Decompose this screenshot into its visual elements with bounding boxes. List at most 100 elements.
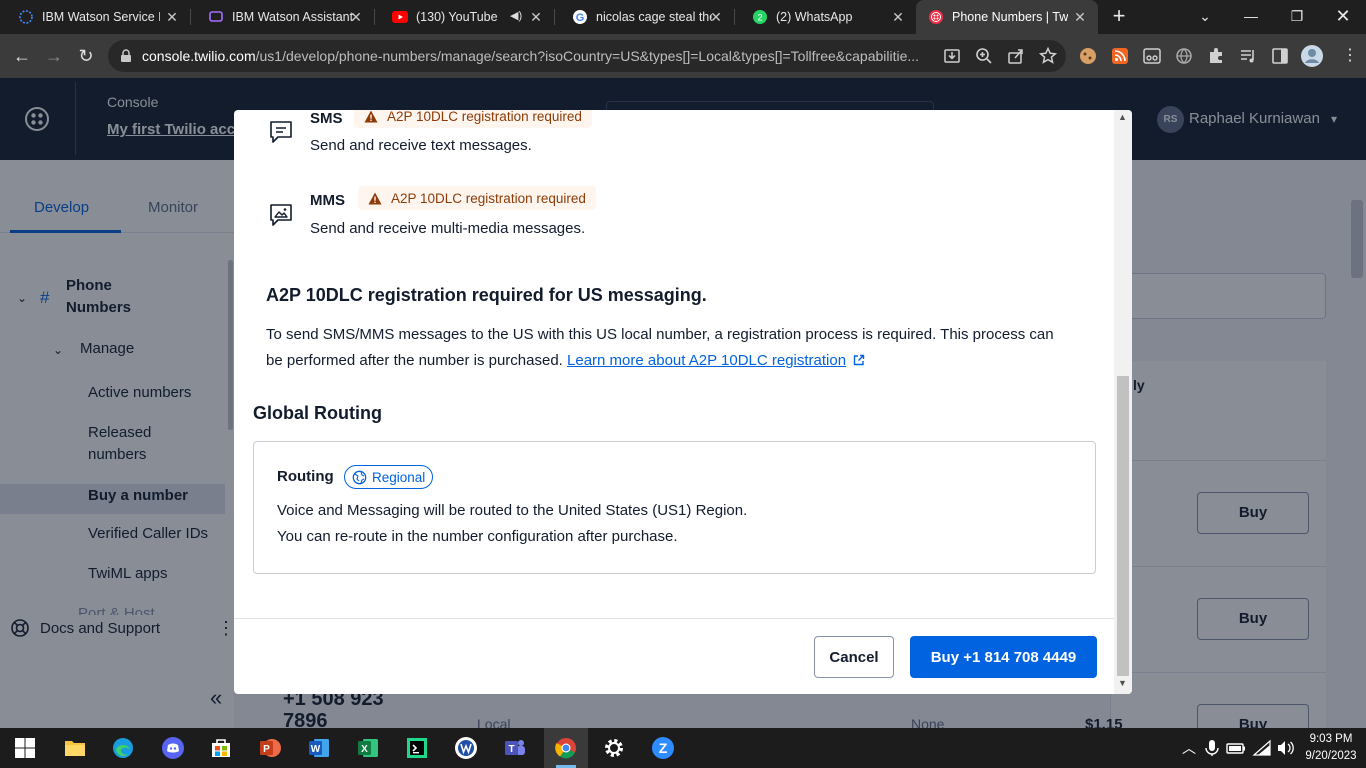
word-icon[interactable]: W <box>307 736 331 760</box>
chrome-icon[interactable] <box>554 736 578 760</box>
badge-label: A2P 10DLC registration required <box>391 190 586 206</box>
app-launcher-icon[interactable] <box>454 736 478 760</box>
wifi-icon[interactable] <box>1252 739 1272 757</box>
browser-tab[interactable]: IBM Watson Assistant ✕ <box>190 0 374 34</box>
whatsapp-icon: 2 <box>752 9 768 25</box>
learn-more-link[interactable]: Learn more about A2P 10DLC registration <box>567 352 846 369</box>
microsoft-store-icon[interactable] <box>209 736 233 760</box>
a2p-description: To send SMS/MMS messages to the US with … <box>266 322 1056 374</box>
buy-number-button[interactable]: Buy +1 814 708 4449 <box>910 636 1097 678</box>
dialog-scrollbar-thumb[interactable] <box>1117 376 1129 676</box>
restore-button[interactable]: ❐ <box>1274 0 1320 34</box>
file-explorer-icon[interactable] <box>63 736 87 760</box>
media-controls-icon[interactable] <box>1238 46 1258 66</box>
edge-icon[interactable] <box>111 736 135 760</box>
scroll-up-arrow-icon[interactable]: ▲ <box>1118 112 1127 122</box>
svg-text:G: G <box>576 12 585 24</box>
pycharm-icon[interactable] <box>405 736 429 760</box>
clock-date: 9/20/2023 <box>1305 750 1357 762</box>
close-icon[interactable]: ✕ <box>708 9 724 25</box>
routing-line: Voice and Messaging will be routed to th… <box>277 502 748 519</box>
warning-icon <box>364 110 378 122</box>
volume-icon[interactable] <box>1276 739 1296 757</box>
lock-icon <box>120 49 132 68</box>
extension-rss-icon[interactable] <box>1110 46 1130 66</box>
regional-badge: Regional <box>344 465 434 489</box>
side-panel-icon[interactable] <box>1270 46 1290 66</box>
microphone-icon[interactable] <box>1203 739 1221 757</box>
svg-text:Z: Z <box>659 740 668 756</box>
capability-mms-title: MMS <box>310 192 345 209</box>
settings-gear-icon[interactable] <box>602 736 626 760</box>
discord-icon[interactable] <box>161 736 185 760</box>
extension-cookie-icon[interactable] <box>1078 46 1098 66</box>
browser-tab[interactable]: G nicolas cage steal the ✕ <box>554 0 734 34</box>
forward-arrow-icon[interactable]: → <box>40 44 68 68</box>
routing-description: Voice and Messaging will be routed to th… <box>277 498 747 550</box>
new-tab-button[interactable]: + <box>1106 5 1132 29</box>
browser-tab-active[interactable]: Phone Numbers | Twil ✕ <box>916 0 1098 34</box>
extension-glasses-icon[interactable] <box>1142 46 1162 66</box>
profile-avatar-icon[interactable] <box>1300 44 1324 68</box>
browser-tab[interactable]: (130) YouTube ◀) ✕ <box>374 0 554 34</box>
close-icon[interactable]: ✕ <box>528 9 544 25</box>
system-clock[interactable]: 9:03 PM 9/20/2023 <box>1300 731 1362 765</box>
message-icon <box>270 121 292 143</box>
google-icon: G <box>572 9 588 25</box>
tab-title: Phone Numbers | Twil <box>952 10 1068 24</box>
url-path: /us1/develop/phone-numbers/manage/search… <box>255 48 920 64</box>
capability-mms-description: Send and receive multi-media messages. <box>310 220 586 237</box>
clock-time: 9:03 PM <box>1309 733 1353 745</box>
warning-icon <box>368 192 382 204</box>
url-host: console.twilio.com <box>142 48 256 64</box>
capability-sms-description: Send and receive text messages. <box>310 137 532 154</box>
twilio-icon <box>928 9 944 25</box>
badge-label: A2P 10DLC registration required <box>387 110 582 124</box>
badge-label: Regional <box>372 469 426 485</box>
routing-line: You can re-route in the number configura… <box>277 528 678 545</box>
bookmark-star-icon[interactable] <box>1038 46 1058 66</box>
back-arrow-icon[interactable]: ← <box>8 44 36 68</box>
svg-text:W: W <box>311 744 321 755</box>
close-window-button[interactable]: ✕ <box>1320 0 1366 34</box>
zoom-app-icon[interactable]: Z <box>651 736 675 760</box>
zoom-icon[interactable] <box>974 46 994 66</box>
battery-icon[interactable] <box>1226 739 1246 757</box>
excel-icon[interactable]: X <box>356 736 380 760</box>
close-icon[interactable]: ✕ <box>1072 9 1088 25</box>
reload-icon[interactable]: ↻ <box>72 44 100 68</box>
extensions-puzzle-icon[interactable] <box>1206 46 1226 66</box>
browser-tab[interactable]: 2 (2) WhatsApp ✕ <box>734 0 916 34</box>
scroll-down-arrow-icon[interactable]: ▼ <box>1118 678 1127 688</box>
url-input[interactable]: console.twilio.com/us1/develop/phone-num… <box>108 40 1066 72</box>
external-link-icon[interactable] <box>853 354 865 366</box>
global-routing-heading: Global Routing <box>253 403 382 423</box>
browser-tab-bar: IBM Watson Service Pc ✕ IBM Watson Assis… <box>0 0 1366 34</box>
ibm-watson-icon <box>18 9 34 25</box>
chevron-up-icon[interactable]: ︿ <box>1182 738 1196 758</box>
teams-icon[interactable]: T <box>503 736 527 760</box>
globe-icon <box>352 470 367 484</box>
routing-label: Routing <box>277 468 334 485</box>
close-icon[interactable]: ✕ <box>890 9 906 25</box>
browser-menu-icon[interactable]: ⋮ <box>1336 44 1364 68</box>
install-app-icon[interactable] <box>942 46 962 66</box>
minimize-button[interactable]: — <box>1228 0 1274 34</box>
image-message-icon <box>270 204 292 226</box>
cancel-button[interactable]: Cancel <box>814 636 894 678</box>
speaker-icon[interactable]: ◀) <box>510 9 522 22</box>
close-icon[interactable]: ✕ <box>164 9 180 25</box>
extension-globe-icon[interactable] <box>1174 46 1194 66</box>
tab-title: IBM Watson Service Pc <box>42 10 160 24</box>
tab-title: (130) YouTube <box>416 10 498 24</box>
close-icon[interactable]: ✕ <box>348 9 364 25</box>
share-icon[interactable] <box>1006 46 1026 66</box>
routing-card: Routing Regional Voice and Messaging wil… <box>253 441 1096 574</box>
windows-taskbar <box>0 728 1366 768</box>
tab-search-icon[interactable]: ⌄ <box>1182 0 1228 34</box>
powerpoint-icon[interactable]: P <box>258 736 282 760</box>
browser-tab[interactable]: IBM Watson Service Pc ✕ <box>0 0 190 34</box>
youtube-icon <box>392 9 408 25</box>
windows-start-icon[interactable] <box>13 736 37 760</box>
svg-text:X: X <box>361 744 368 755</box>
